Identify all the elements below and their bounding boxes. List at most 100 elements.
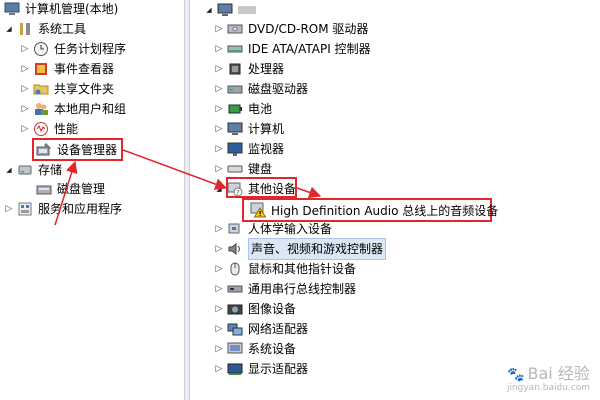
collapse-arrow-icon[interactable] bbox=[20, 119, 30, 139]
collapse-arrow-icon[interactable] bbox=[20, 39, 30, 59]
device-category-monitor[interactable]: 监视器 bbox=[214, 139, 284, 159]
device-category-dvd-drive[interactable]: DVD/CD-ROM 驱动器 bbox=[214, 19, 368, 39]
tree-node-event-viewer[interactable]: 事件查看器 bbox=[20, 59, 114, 79]
child-device-label: High Definition Audio 总线上的音频设备 bbox=[271, 203, 499, 218]
expand-arrow-icon[interactable] bbox=[4, 160, 14, 180]
collapse-arrow-icon[interactable] bbox=[214, 359, 224, 379]
device-category-hid[interactable]: 人体学输入设备 bbox=[214, 219, 332, 239]
svg-text:?: ? bbox=[236, 189, 240, 197]
collapse-arrow-icon[interactable] bbox=[214, 239, 224, 259]
device-category-label: 磁盘驱动器 bbox=[248, 82, 309, 96]
device-category-display-adapter[interactable]: 显示适配器 bbox=[214, 359, 308, 379]
disk-management-label: 磁盘管理 bbox=[57, 182, 106, 196]
users-group-icon bbox=[33, 101, 49, 117]
device-category-label: 通用串行总线控制器 bbox=[248, 282, 357, 296]
device-category-label: 处理器 bbox=[248, 62, 285, 76]
performance-icon bbox=[33, 121, 49, 137]
monitor-icon bbox=[227, 141, 243, 157]
collapse-arrow-icon[interactable] bbox=[214, 59, 224, 79]
collapse-arrow-icon[interactable] bbox=[214, 39, 224, 59]
device-category-battery[interactable]: 电池 bbox=[214, 99, 272, 119]
collapse-arrow-icon[interactable] bbox=[214, 219, 224, 239]
device-tree-pane: DVD/CD-ROM 驱动器 IDE ATA/ATAPI 控制器处理器磁盘驱动器电… bbox=[190, 0, 600, 400]
expand-arrow-icon[interactable] bbox=[4, 19, 14, 39]
device-category-disk-drive[interactable]: 磁盘驱动器 bbox=[214, 79, 308, 99]
processor-icon bbox=[227, 61, 243, 77]
device-category-label: 图像设备 bbox=[248, 302, 297, 316]
collapse-arrow-icon[interactable] bbox=[214, 159, 224, 179]
console-tree-pane: 计算机管理(本地) 系统工具 任务计划程序 事件查看器 共享文件夹 本 bbox=[0, 0, 184, 400]
tree-root-computer-management[interactable]: 计算机管理(本地) bbox=[4, 0, 118, 19]
device-category-sound[interactable]: 声音、视频和游戏控制器 bbox=[214, 238, 387, 260]
services-icon bbox=[17, 201, 33, 217]
ide-controller-icon bbox=[227, 41, 243, 57]
camera-icon bbox=[227, 301, 243, 317]
device-category-keyboard[interactable]: 键盘 bbox=[214, 159, 272, 179]
collapse-arrow-icon[interactable] bbox=[214, 339, 224, 359]
collapse-arrow-icon[interactable] bbox=[214, 99, 224, 119]
tree-node-services-apps[interactable]: 服务和应用程序 bbox=[4, 199, 122, 219]
device-category-network-adapter[interactable]: 网络适配器 bbox=[214, 319, 308, 339]
collapse-arrow-icon[interactable] bbox=[214, 319, 224, 339]
collapse-arrow-icon[interactable] bbox=[4, 199, 14, 219]
device-category-label: 计算机 bbox=[248, 122, 285, 136]
sound-icon bbox=[227, 241, 243, 257]
collapse-arrow-icon[interactable] bbox=[20, 79, 30, 99]
device-category-usb[interactable]: 通用串行总线控制器 bbox=[214, 279, 356, 299]
system-devices-icon bbox=[227, 341, 243, 357]
device-category-camera[interactable]: 图像设备 bbox=[214, 299, 296, 319]
device-category-label: 电池 bbox=[248, 102, 273, 116]
collapse-arrow-icon[interactable] bbox=[214, 139, 224, 159]
tree-root-label: 计算机管理(本地) bbox=[25, 2, 119, 16]
collapse-arrow-icon[interactable] bbox=[214, 79, 224, 99]
shared-folders-label: 共享文件夹 bbox=[54, 82, 115, 96]
disk-drive-icon bbox=[227, 81, 243, 97]
display-adapter-icon bbox=[227, 361, 243, 377]
tree-node-local-users[interactable]: 本地用户和组 bbox=[20, 99, 126, 119]
system-tools-label: 系统工具 bbox=[38, 22, 87, 36]
paw-icon: 🐾 bbox=[507, 367, 525, 383]
watermark: 🐾 Bai 经验 jingyan.baidu.com bbox=[507, 366, 590, 394]
device-tree-root[interactable] bbox=[204, 0, 256, 20]
other-devices-icon: ? bbox=[227, 181, 243, 197]
expand-arrow-icon[interactable] bbox=[204, 0, 214, 20]
device-category-label: IDE ATA/ATAPI 控制器 bbox=[248, 42, 371, 56]
collapse-arrow-icon[interactable] bbox=[214, 259, 224, 279]
tree-node-device-manager[interactable]: 设备管理器 bbox=[36, 140, 117, 160]
device-category-label: DVD/CD-ROM 驱动器 bbox=[248, 22, 369, 36]
shared-folder-icon bbox=[33, 81, 49, 97]
collapse-arrow-icon[interactable] bbox=[214, 299, 224, 319]
event-viewer-label: 事件查看器 bbox=[54, 62, 115, 76]
device-category-computer[interactable]: 计算机 bbox=[214, 119, 284, 139]
device-category-label: 鼠标和其他指针设备 bbox=[248, 262, 357, 276]
computer-management-icon bbox=[4, 1, 20, 17]
device-category-ide-controller[interactable]: IDE ATA/ATAPI 控制器 bbox=[214, 39, 371, 59]
usb-icon bbox=[227, 281, 243, 297]
computer-name-label bbox=[238, 6, 256, 14]
tree-node-performance[interactable]: 性能 bbox=[20, 119, 78, 139]
tree-node-shared-folders[interactable]: 共享文件夹 bbox=[20, 79, 114, 99]
expand-arrow-icon[interactable] bbox=[214, 179, 224, 199]
tree-node-disk-management[interactable]: 磁盘管理 bbox=[36, 179, 105, 199]
collapse-arrow-icon[interactable] bbox=[214, 279, 224, 299]
local-users-label: 本地用户和组 bbox=[54, 102, 127, 116]
device-category-label: 网络适配器 bbox=[248, 322, 309, 336]
collapse-arrow-icon[interactable] bbox=[214, 19, 224, 39]
device-category-system-devices[interactable]: 系统设备 bbox=[214, 339, 296, 359]
collapse-arrow-icon[interactable] bbox=[20, 99, 30, 119]
tree-node-storage[interactable]: 存储 bbox=[4, 160, 62, 180]
device-category-processor[interactable]: 处理器 bbox=[214, 59, 284, 79]
mouse-icon bbox=[227, 261, 243, 277]
collapse-arrow-icon[interactable] bbox=[20, 59, 30, 79]
warning-device-icon bbox=[250, 202, 266, 218]
device-category-mouse[interactable]: 鼠标和其他指针设备 bbox=[214, 259, 356, 279]
network-adapter-icon bbox=[227, 321, 243, 337]
device-category-label: 监视器 bbox=[248, 142, 285, 156]
device-category-label: 其他设备 bbox=[248, 182, 297, 196]
tree-node-task-scheduler[interactable]: 任务计划程序 bbox=[20, 39, 126, 59]
collapse-arrow-icon[interactable] bbox=[214, 119, 224, 139]
event-viewer-icon bbox=[33, 61, 49, 77]
tree-node-system-tools[interactable]: 系统工具 bbox=[4, 19, 86, 39]
device-category-other-devices[interactable]: ? 其他设备 bbox=[214, 179, 296, 199]
device-category-label: 显示适配器 bbox=[248, 362, 309, 376]
